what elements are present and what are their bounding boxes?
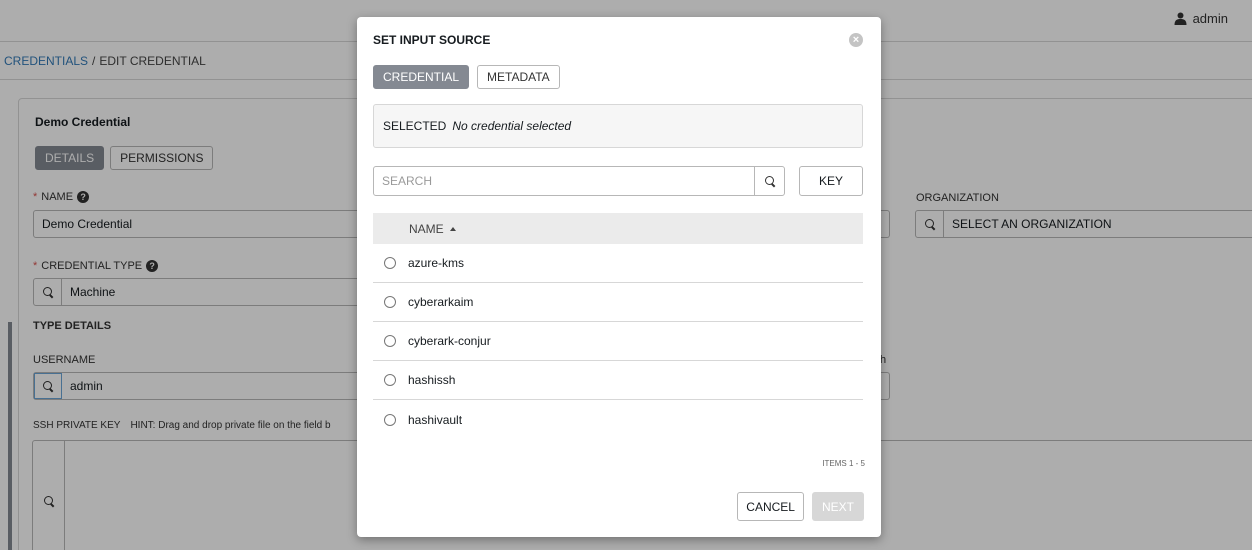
selected-label: SELECTED [383, 119, 447, 133]
list-item[interactable]: hashivault [373, 400, 863, 439]
list-item[interactable]: azure-kms [373, 244, 863, 283]
list-item[interactable]: hashissh [373, 361, 863, 400]
list-item[interactable]: cyberark-conjur [373, 322, 863, 361]
list-item-name: cyberarkaim [408, 295, 474, 309]
sort-up-icon[interactable] [449, 226, 456, 231]
selected-credential-box: SELECTED No credential selected [373, 104, 863, 148]
search-button[interactable] [754, 167, 784, 195]
cancel-button[interactable]: CANCEL [737, 492, 804, 521]
search-placeholder[interactable]: SEARCH [374, 167, 754, 195]
radio-button[interactable] [384, 374, 396, 386]
list-item[interactable]: cyberarkaim [373, 283, 863, 322]
tab-metadata[interactable]: METADATA [477, 65, 560, 89]
radio-button[interactable] [384, 413, 396, 426]
list-item-name: azure-kms [408, 256, 465, 270]
modal-footer: CANCEL NEXT [737, 492, 864, 521]
radio-button[interactable] [384, 257, 396, 269]
list-item-name: cyberark-conjur [408, 334, 491, 348]
modal-title: SET INPUT SOURCE [373, 33, 491, 47]
list-item-name: hashissh [408, 373, 456, 387]
column-name-header[interactable]: NAME [409, 222, 444, 236]
key-button[interactable]: KEY [799, 166, 863, 196]
search-icon [764, 176, 775, 186]
radio-button[interactable] [384, 335, 396, 347]
search-row: SEARCH KEY [373, 166, 863, 196]
items-count: ITEMS 1 - 5 [822, 459, 865, 468]
tab-credential[interactable]: CREDENTIAL [373, 65, 470, 89]
radio-button[interactable] [384, 296, 396, 308]
credential-list: azure-kms cyberarkaim cyberark-conjur ha… [373, 244, 863, 439]
selected-value: No credential selected [452, 119, 572, 133]
search-input[interactable]: SEARCH [373, 166, 785, 196]
list-header: NAME [373, 213, 863, 244]
modal-tabs: CREDENTIAL METADATA [373, 65, 560, 89]
list-item-name: hashivault [408, 412, 463, 427]
set-input-source-modal: SET INPUT SOURCE × CREDENTIAL METADATA S… [357, 17, 881, 537]
close-icon[interactable]: × [849, 33, 863, 47]
next-button[interactable]: NEXT [811, 492, 864, 521]
